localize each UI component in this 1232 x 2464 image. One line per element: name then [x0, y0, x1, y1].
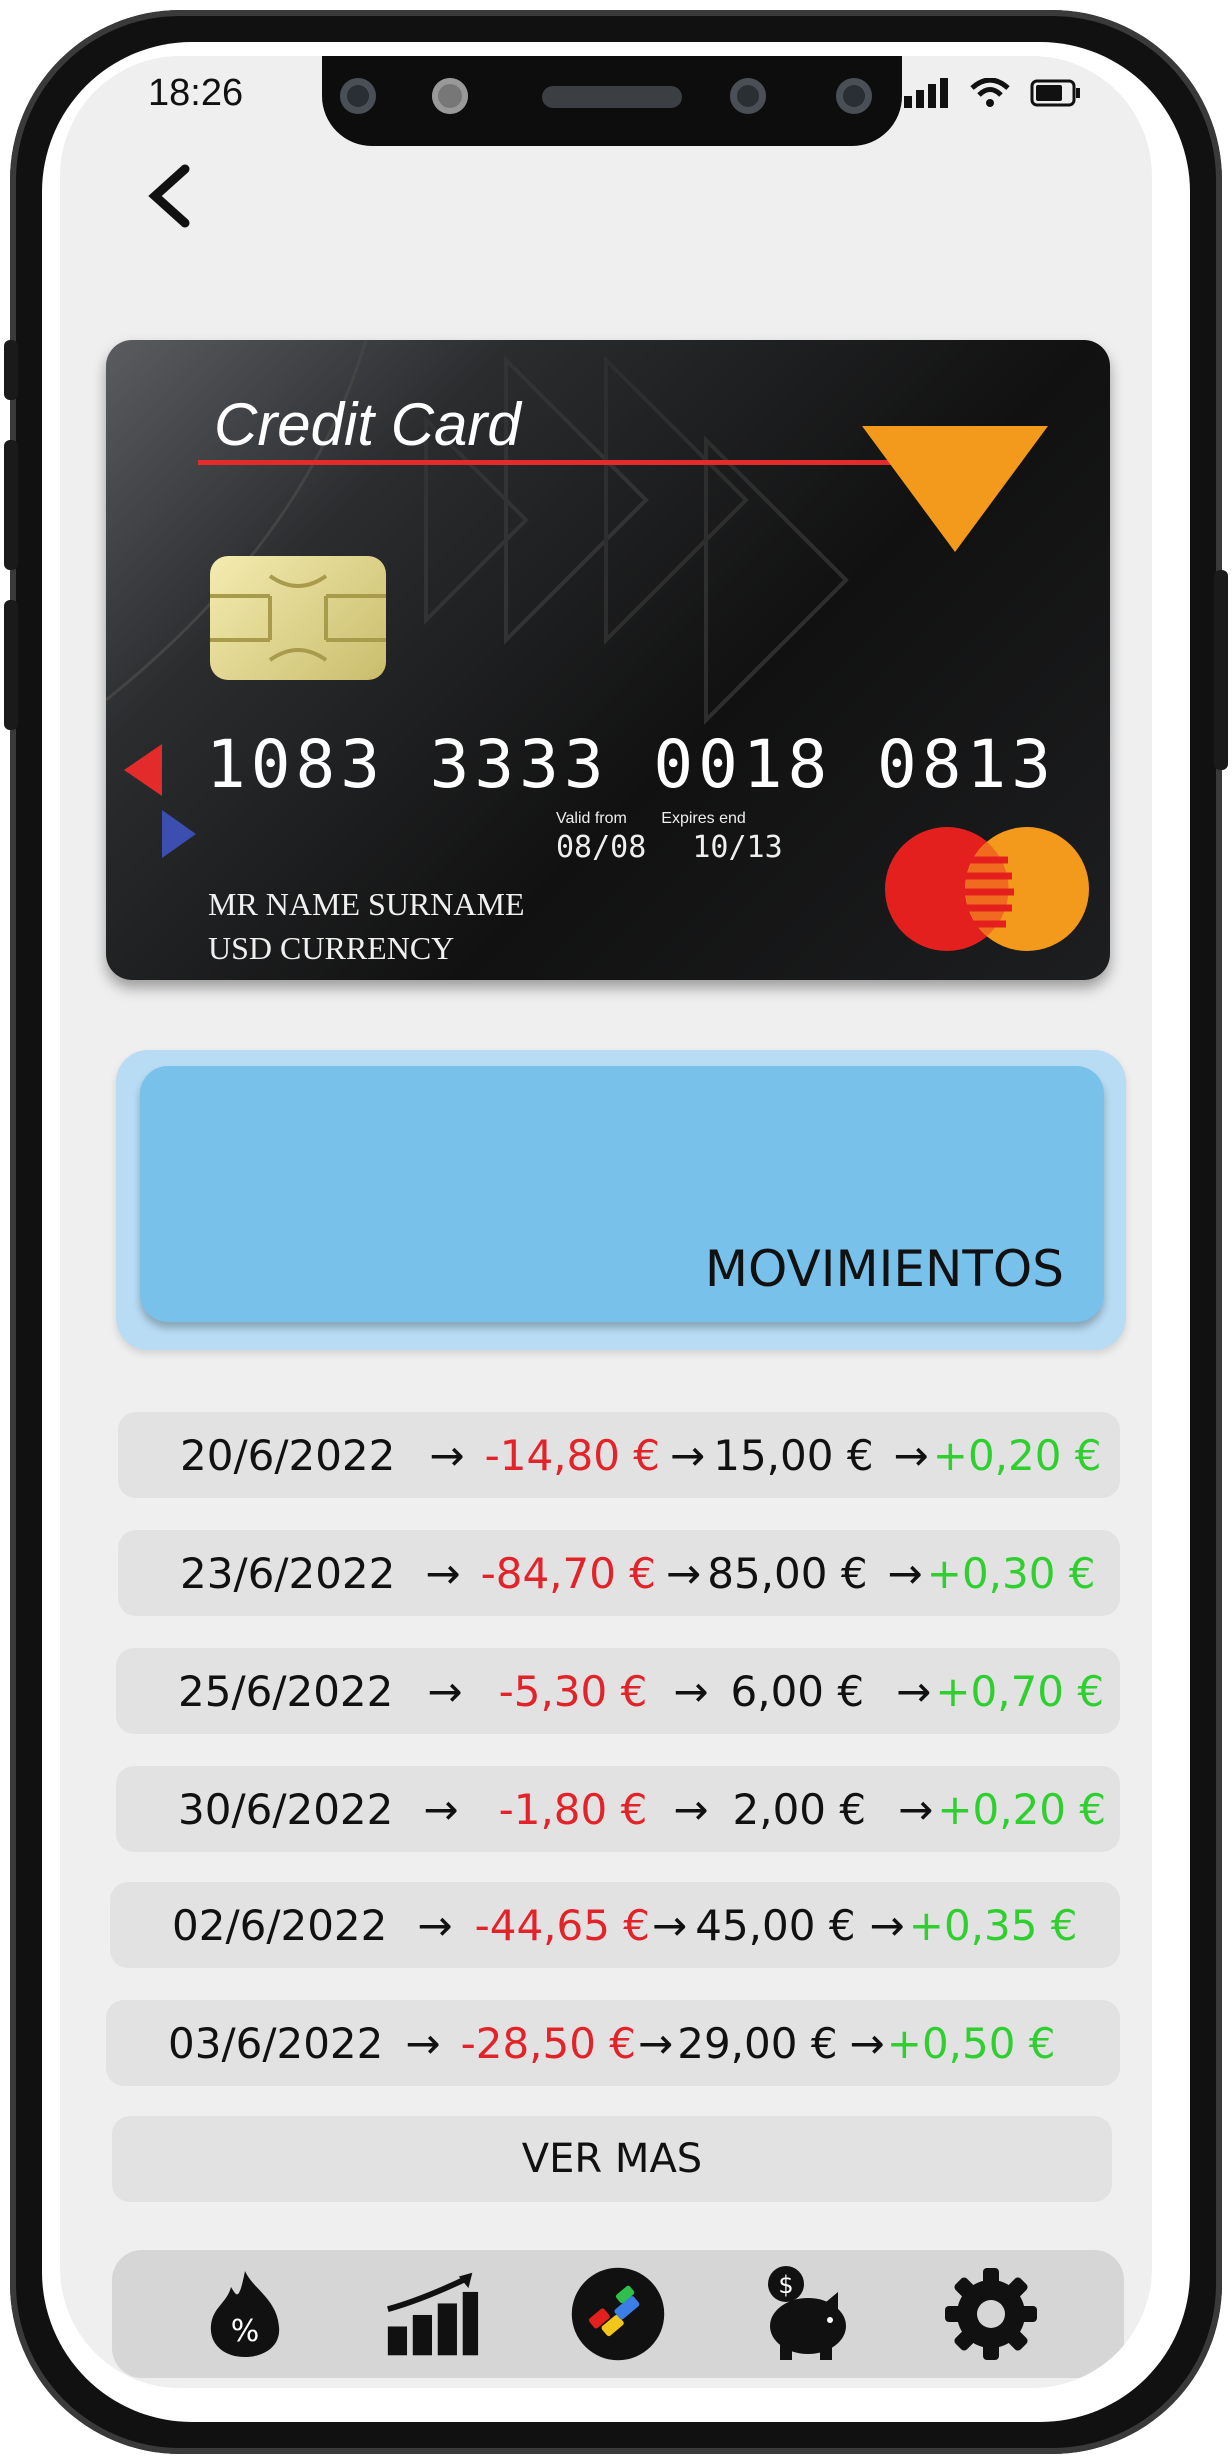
status-time: 18:26 — [148, 72, 244, 114]
arrow: → — [429, 1430, 465, 1480]
transaction-row[interactable]: 23/6/2022 → -84,70 € → 85,00 € → +0,30 € — [118, 1530, 1120, 1616]
transaction-row[interactable]: 02/6/2022 → -44,65 € → 45,00 € → +0,35 € — [110, 1882, 1120, 1968]
transaction-debit: -5,30 € — [498, 1666, 648, 1716]
transaction-rounded: 6,00 € — [730, 1666, 865, 1716]
back-button[interactable] — [130, 156, 210, 236]
transaction-date: 03/6/2022 — [168, 2018, 384, 2068]
arrow: → — [887, 1548, 923, 1598]
gear-icon — [944, 2268, 1037, 2360]
arrow: → — [896, 1666, 932, 1716]
transaction-saved: +0,30 € — [926, 1548, 1096, 1598]
movimientos-button[interactable]: MOVIMIENTOS — [140, 1066, 1104, 1322]
arrow: → — [869, 1900, 905, 1950]
nav-settings[interactable] — [943, 2266, 1039, 2362]
nav-discount[interactable]: % — [197, 2266, 293, 2362]
svg-text:$: $ — [779, 2271, 794, 2299]
transaction-row[interactable]: 20/6/2022 → -14,80 € → 15,00 € → +0,20 € — [118, 1412, 1120, 1498]
transaction-date: 23/6/2022 — [180, 1548, 396, 1598]
arrow: → — [652, 1900, 688, 1950]
transaction-debit: -84,70 € — [480, 1548, 657, 1598]
nav-growth[interactable] — [384, 2266, 480, 2362]
silent-switch — [4, 340, 18, 400]
speaker-grille — [542, 86, 682, 108]
notch — [322, 56, 902, 146]
bottom-nav: % $ — [112, 2250, 1124, 2378]
arrow: → — [670, 1430, 706, 1480]
card-currency: USD CURRENCY — [208, 930, 455, 966]
arrow: → — [666, 1548, 702, 1598]
transaction-row[interactable]: 30/6/2022 → -1,80 € → 2,00 € → +0,20 € — [116, 1766, 1120, 1852]
status-icons — [904, 78, 1082, 108]
transaction-saved: +0,20 € — [937, 1784, 1107, 1834]
card-title: Credit Card — [214, 391, 521, 458]
triangle-logo-icon — [862, 426, 1048, 552]
arrow: → — [405, 2018, 441, 2068]
signal-icon — [904, 78, 948, 108]
transaction-row[interactable]: 03/6/2022 → -28,50 € → 29,00 € → +0,50 € — [106, 2000, 1120, 2086]
transaction-saved: +0,35 € — [908, 1900, 1078, 1950]
svg-text:%: % — [231, 2314, 260, 2349]
arrow: → — [417, 1900, 453, 1950]
transaction-date: 02/6/2022 — [172, 1900, 388, 1950]
transaction-date: 25/6/2022 — [178, 1666, 394, 1716]
chevron-left-icon — [148, 164, 190, 228]
transaction-debit: -44,65 € — [474, 1900, 651, 1950]
volume-up-button — [4, 440, 18, 570]
expires-label: Expires end — [661, 810, 746, 827]
transaction-rounded: 2,00 € — [732, 1784, 867, 1834]
transaction-saved: +0,20 € — [932, 1430, 1102, 1480]
app-logo-icon — [571, 2267, 665, 2361]
valid-from: 08/08 — [556, 830, 647, 865]
holder-name: MR NAME SURNAME — [208, 886, 525, 922]
growth-chart-icon — [386, 2272, 478, 2356]
arrow: → — [425, 1548, 461, 1598]
validity-labels: Valid from Expires end — [556, 810, 746, 828]
arrow: → — [638, 2018, 674, 2068]
arrow: → — [673, 1666, 709, 1716]
transaction-row[interactable]: 25/6/2022 → -5,30 € → 6,00 € → +0,70 € — [116, 1648, 1120, 1734]
transaction-rounded: 45,00 € — [695, 1900, 856, 1950]
wifi-icon — [970, 78, 1010, 107]
sensor-icon — [432, 78, 468, 114]
card-holder: MR NAME SURNAME USD CURRENCY — [208, 882, 524, 970]
transaction-saved: +0,70 € — [935, 1666, 1105, 1716]
camera-icon — [730, 78, 766, 114]
valid-from-label: Valid from — [556, 810, 627, 827]
credit-card[interactable]: Credit Card 1083 3333 0018 0813 Valid fr… — [106, 340, 1110, 980]
transaction-rounded: 15,00 € — [713, 1430, 874, 1480]
transaction-saved: +0,50 € — [886, 2018, 1056, 2068]
ver-mas-button[interactable]: VER MAS — [112, 2116, 1112, 2202]
nav-home[interactable] — [570, 2266, 666, 2362]
arrow: → — [423, 1784, 459, 1834]
app-screen: 18:26 Credit Card 1083 3333 0018 0813 Va… — [60, 56, 1152, 2388]
nav-savings[interactable]: $ — [756, 2266, 852, 2362]
transaction-debit: -1,80 € — [498, 1784, 648, 1834]
card-number: 1083 3333 0018 0813 — [206, 726, 1056, 803]
power-button — [1214, 570, 1228, 770]
chip-icon — [210, 556, 386, 680]
arrow: → — [898, 1784, 934, 1834]
expires: 10/13 — [692, 830, 783, 865]
transaction-rounded: 85,00 € — [707, 1548, 868, 1598]
arrow: → — [849, 2018, 885, 2068]
mastercard-logo-icon — [885, 827, 1089, 951]
transaction-debit: -14,80 € — [484, 1430, 661, 1480]
volume-down-button — [4, 600, 18, 730]
discount-flame-icon: % — [211, 2271, 280, 2357]
transaction-date: 20/6/2022 — [180, 1430, 396, 1480]
arrow: → — [427, 1666, 463, 1716]
transaction-date: 30/6/2022 — [178, 1784, 394, 1834]
validity-values: 08/08 10/13 — [556, 830, 783, 865]
movimientos-label: MOVIMIENTOS — [704, 1240, 1064, 1298]
transaction-rounded: 29,00 € — [677, 2018, 838, 2068]
camera-icon — [340, 78, 376, 114]
camera-icon — [836, 78, 872, 114]
battery-icon — [1030, 79, 1080, 107]
piggy-bank-icon: $ — [768, 2266, 847, 2360]
arrow: → — [673, 1784, 709, 1834]
transaction-debit: -28,50 € — [460, 2018, 637, 2068]
arrow: → — [893, 1430, 929, 1480]
